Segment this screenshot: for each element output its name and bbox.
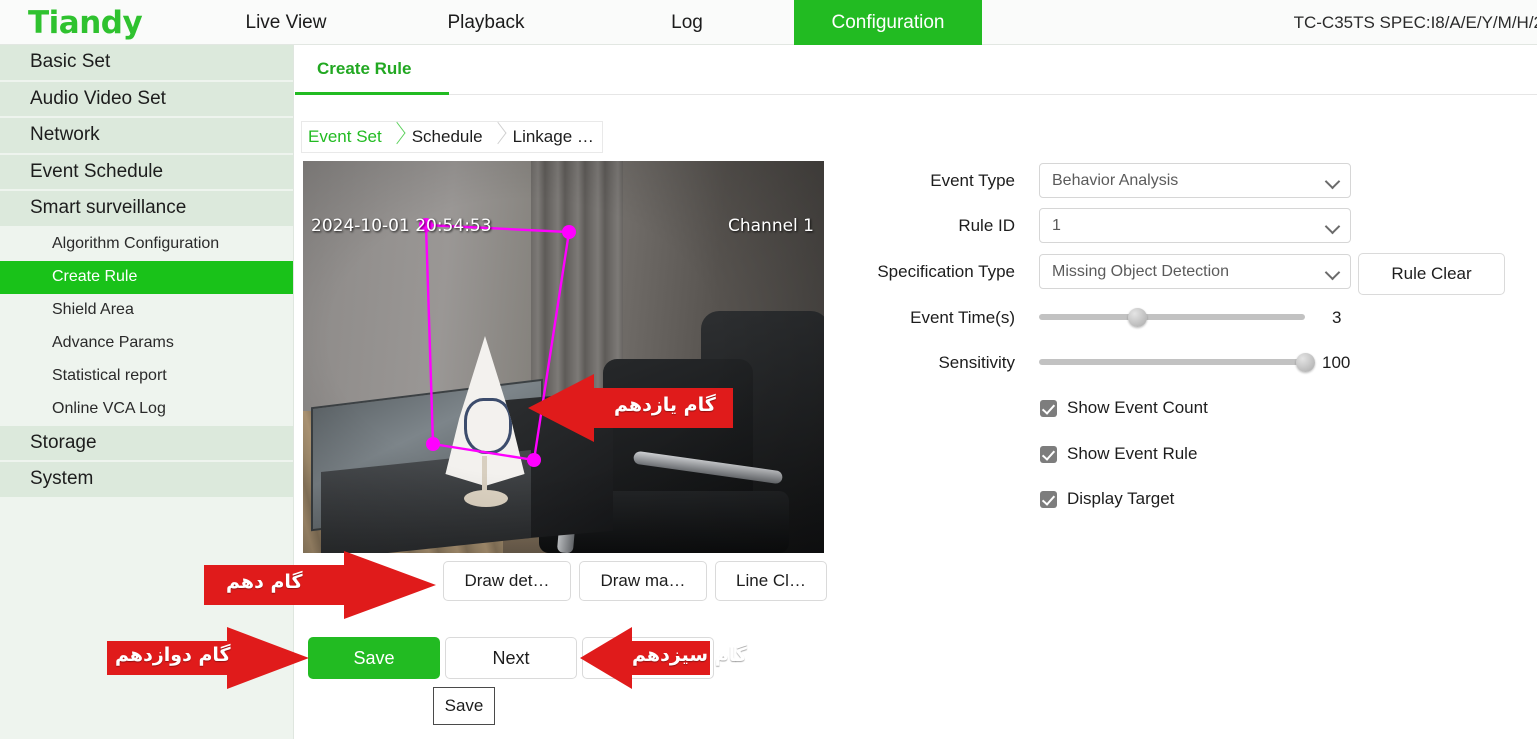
title-divider (295, 93, 1537, 95)
page-title-underline (295, 92, 449, 95)
annotation-arrow-step-thirteen: گام سیزدهم (580, 627, 747, 689)
video-channel-label: Channel 1 (727, 216, 814, 236)
video-timestamp: 2024-10-01 20:54:53 (311, 216, 492, 236)
chevron-right-icon (491, 122, 505, 152)
event-type-value: Behavior Analysis (1052, 171, 1179, 189)
tab-linkage[interactable]: Linkage … (505, 122, 602, 152)
checkbox-label: Display Target (1067, 489, 1175, 508)
brand-logo: Tiandy (28, 4, 143, 41)
sidebar-item-audio-video-set[interactable]: Audio Video Set (0, 81, 293, 118)
nav-tab-playback[interactable]: Playback (436, 0, 536, 45)
event-time-slider-track[interactable] (1039, 314, 1305, 320)
sensitivity-label: Sensitivity (938, 353, 1015, 372)
annotation-arrow-step-eleven: گام یازدهم (528, 374, 733, 442)
nav-tab-log[interactable]: Log (655, 0, 719, 45)
event-type-select[interactable]: Behavior Analysis (1039, 163, 1351, 198)
sidebar-item-network[interactable]: Network (0, 118, 293, 155)
sensitivity-slider-thumb[interactable] (1296, 353, 1315, 372)
sidebar-item-shield-area[interactable]: Shield Area (0, 293, 293, 327)
main-content: Create Rule Event Set Schedule Linkage … (295, 45, 1537, 739)
sidebar-item-online-vca-log[interactable]: Online VCA Log (0, 392, 293, 426)
save-button[interactable]: Save (308, 637, 440, 679)
nav-tab-live-view[interactable]: Live View (234, 0, 338, 45)
event-time-slider-thumb[interactable] (1128, 308, 1148, 327)
rule-id-label: Rule ID (958, 216, 1015, 235)
check-icon (1040, 445, 1057, 463)
checkbox-display-target[interactable]: Display Target (1040, 489, 1174, 509)
draw-mask-button[interactable]: Draw ma… (579, 561, 707, 601)
event-type-label: Event Type (930, 171, 1015, 190)
sidebar-item-advance-params[interactable]: Advance Params (0, 326, 293, 360)
sensitivity-slider-track[interactable] (1039, 359, 1305, 365)
top-navigation-bar: Tiandy Live View Playback Log Configurat… (0, 0, 1537, 45)
checkbox-label: Show Event Rule (1067, 444, 1198, 463)
chevron-down-icon (1324, 218, 1341, 235)
annotation-label-step-thirteen: گام سیزدهم (632, 644, 747, 666)
checkbox-label: Show Event Count (1067, 398, 1208, 417)
sidebar-item-system[interactable]: System (0, 462, 293, 499)
annotation-arrow-step-twelve: گام دوازدهم (107, 627, 309, 689)
page-title: Create Rule (317, 59, 412, 78)
sensitivity-value: 100 (1322, 353, 1351, 372)
checkbox-show-event-count[interactable]: Show Event Count (1040, 398, 1208, 418)
rule-id-value: 1 (1052, 216, 1061, 234)
sidebar-item-statistical-report[interactable]: Statistical report (0, 359, 293, 393)
tab-event-set[interactable]: Event Set (302, 122, 390, 152)
annotation-label-step-eleven: گام یازدهم (614, 394, 716, 416)
chevron-down-icon (1324, 264, 1341, 281)
tab-schedule[interactable]: Schedule (404, 122, 491, 152)
specification-type-label: Specification Type (877, 262, 1015, 281)
sidebar-item-smart-surveillance[interactable]: Smart surveillance (0, 191, 293, 228)
line-clear-button[interactable]: Line Cl… (715, 561, 827, 601)
rule-id-select[interactable]: 1 (1039, 208, 1351, 243)
annotation-arrow-step-ten: گام دهم (204, 551, 436, 619)
specification-type-select[interactable]: Missing Object Detection (1039, 254, 1351, 289)
checkbox-show-event-rule[interactable]: Show Event Rule (1040, 444, 1197, 464)
next-button[interactable]: Next (445, 637, 577, 679)
sidebar-item-basic-set[interactable]: Basic Set (0, 45, 293, 82)
sidebar-item-create-rule[interactable]: Create Rule (0, 260, 293, 294)
sidebar-item-event-schedule[interactable]: Event Schedule (0, 154, 293, 191)
specification-type-value: Missing Object Detection (1052, 262, 1229, 280)
sidebar-item-algorithm-configuration[interactable]: Algorithm Configuration (0, 227, 293, 261)
chevron-right-icon (390, 122, 404, 152)
rule-clear-button[interactable]: Rule Clear (1358, 253, 1505, 295)
annotation-label-step-twelve: گام دوازدهم (115, 644, 231, 666)
nav-tab-configuration[interactable]: Configuration (794, 0, 982, 45)
draw-detection-button[interactable]: Draw det… (443, 561, 571, 601)
video-preview[interactable]: 2024-10-01 20:54:53 Channel 1 (303, 161, 824, 553)
annotation-label-step-ten: گام دهم (226, 571, 303, 593)
sidebar-item-storage[interactable]: Storage (0, 425, 293, 462)
event-time-label: Event Time(s) (910, 308, 1015, 327)
chevron-down-icon (1324, 173, 1341, 190)
save-secondary-button[interactable]: Save (433, 687, 495, 725)
device-model-label: TC-C35TS SPEC:I8/A/E/Y/M/H/2 (1293, 12, 1537, 32)
step-tabs: Event Set Schedule Linkage … (301, 121, 603, 153)
check-icon (1040, 399, 1057, 417)
event-time-value: 3 (1332, 308, 1342, 327)
check-icon (1040, 490, 1057, 508)
